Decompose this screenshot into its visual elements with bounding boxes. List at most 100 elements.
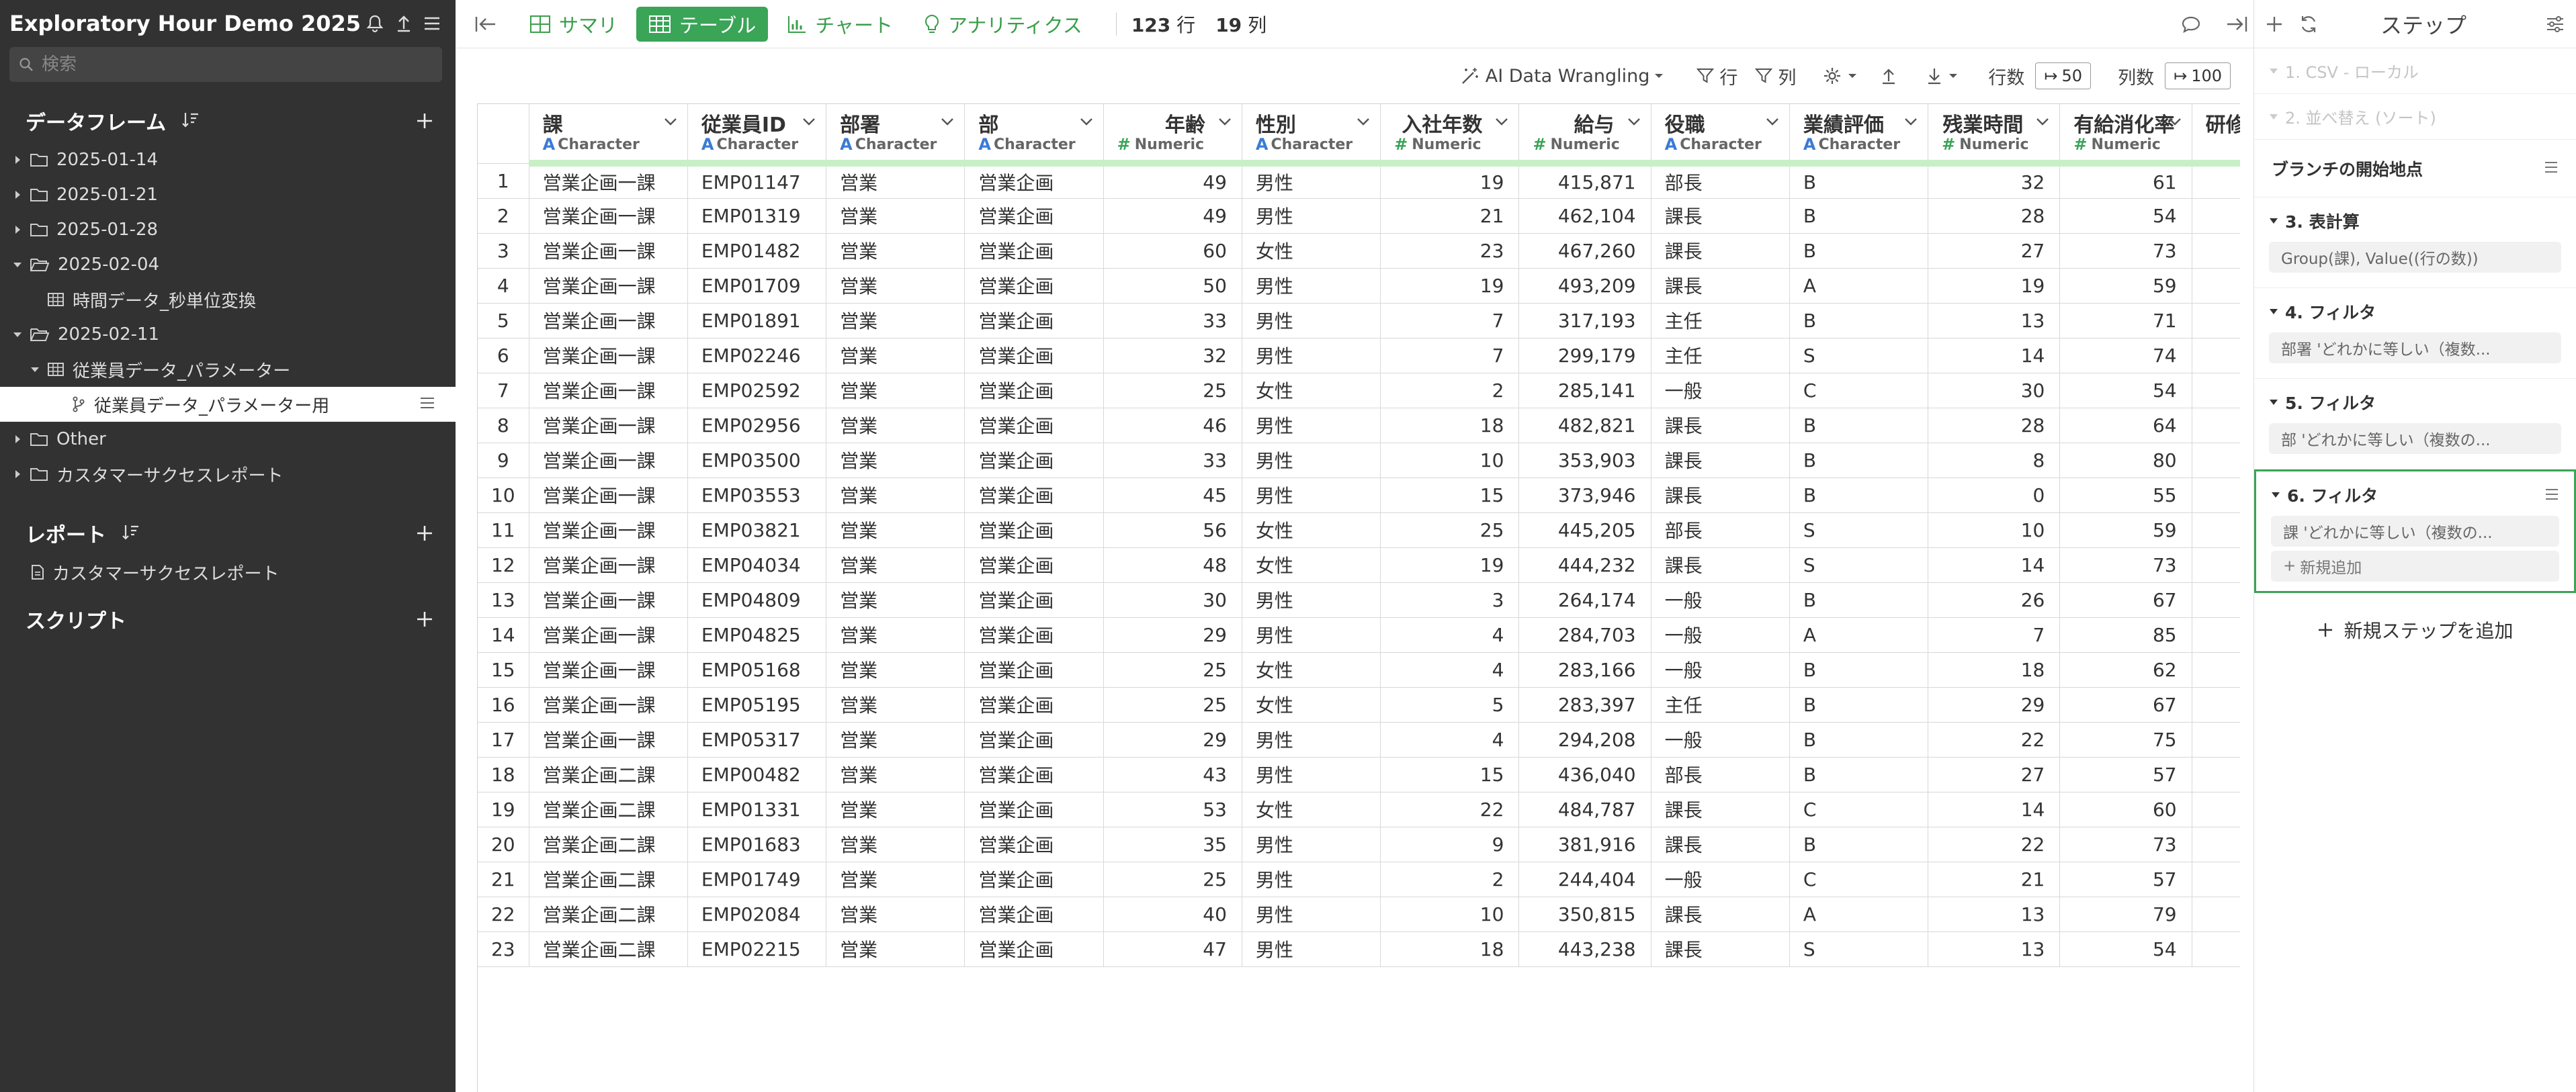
caret-down-icon[interactable] <box>11 328 24 341</box>
table-cell[interactable]: 一般 <box>1651 617 1790 653</box>
table-cell[interactable]: 男性 <box>1242 198 1381 234</box>
table-cell[interactable]: 32 <box>1928 163 2061 199</box>
table-cell[interactable]: 45 <box>1103 477 1242 513</box>
table-cell[interactable]: B <box>1789 687 1929 723</box>
table-cell[interactable]: 営業企画 <box>964 338 1104 373</box>
column-header[interactable]: 課 A Character <box>529 104 688 167</box>
row-index[interactable]: 11 <box>478 512 529 548</box>
table-cell[interactable] <box>2192 897 2240 932</box>
table-cell[interactable]: 353,903 <box>1518 443 1651 478</box>
table-cell[interactable]: 営業企画 <box>964 897 1104 932</box>
column-header[interactable]: 従業員ID A Character <box>687 104 827 167</box>
table-cell[interactable]: 285,141 <box>1518 373 1651 408</box>
table-cell[interactable]: 54 <box>2059 198 2192 234</box>
row-index[interactable]: 6 <box>478 338 529 373</box>
table-cell[interactable]: 294,208 <box>1518 722 1651 758</box>
table-cell[interactable]: EMP03500 <box>687 443 827 478</box>
folder-item[interactable]: 2025-01-14 <box>0 142 456 177</box>
chevron-down-icon[interactable] <box>1627 116 1641 129</box>
table-cell[interactable]: 営業企画 <box>964 652 1104 688</box>
cols-limit-input[interactable]: ↦ 100 <box>2165 62 2231 89</box>
table-cell[interactable]: 男性 <box>1242 268 1381 304</box>
row-index[interactable]: 5 <box>478 303 529 338</box>
disabled-step[interactable]: 2. 並べ替え (ソート) <box>2254 94 2576 140</box>
table-cell[interactable]: 264,174 <box>1518 582 1651 618</box>
table-cell[interactable]: 部長 <box>1651 163 1790 199</box>
table-cell[interactable]: 43 <box>1103 757 1242 792</box>
caret-right-icon[interactable] <box>11 467 24 481</box>
table-cell[interactable]: C <box>1789 792 1929 827</box>
table-cell[interactable]: 男性 <box>1242 582 1381 618</box>
table-cell[interactable]: 48 <box>1103 547 1242 583</box>
chevron-down-icon[interactable] <box>1079 116 1094 129</box>
step-condition[interactable]: 部署 'どれかに等しい（複数... <box>2269 332 2561 363</box>
chevron-down-icon[interactable] <box>1765 116 1780 129</box>
table-cell[interactable]: 課長 <box>1651 827 1790 862</box>
table-cell[interactable]: EMP01331 <box>687 792 827 827</box>
table-cell[interactable]: 482,821 <box>1518 408 1651 443</box>
row-index[interactable]: 7 <box>478 373 529 408</box>
chevron-down-icon[interactable] <box>663 116 678 129</box>
caret-down-icon[interactable] <box>2269 398 2278 406</box>
table-cell[interactable] <box>2192 792 2240 827</box>
table-cell[interactable]: 14 <box>1928 792 2061 827</box>
table-cell[interactable]: 444,232 <box>1518 547 1651 583</box>
table-cell[interactable]: 営業企画一課 <box>529 373 688 408</box>
add-icon[interactable] <box>2265 15 2284 34</box>
table-cell[interactable] <box>2192 373 2240 408</box>
table-cell[interactable]: 営業 <box>826 198 965 234</box>
table-cell[interactable]: 18 <box>1380 931 1520 967</box>
table-cell[interactable]: EMP01891 <box>687 303 827 338</box>
table-cell[interactable]: 女性 <box>1242 547 1381 583</box>
table-cell[interactable]: 28 <box>1928 198 2061 234</box>
table-cell[interactable]: 営業企画二課 <box>529 897 688 932</box>
table-cell[interactable]: 79 <box>2059 897 2192 932</box>
add-script-icon[interactable] <box>411 606 438 633</box>
add-report-icon[interactable] <box>411 520 438 547</box>
column-header[interactable]: 有給消化率 # Numeric <box>2059 104 2192 167</box>
table-cell[interactable]: 営業 <box>826 862 965 897</box>
table-cell[interactable]: C <box>1789 373 1929 408</box>
table-cell[interactable]: EMP03821 <box>687 512 827 548</box>
table-cell[interactable]: 男性 <box>1242 617 1381 653</box>
table-cell[interactable]: 営業 <box>826 897 965 932</box>
folder-item[interactable]: カスタマーサクセスレポート <box>0 457 456 492</box>
table-cell[interactable]: 10 <box>1928 512 2061 548</box>
table-cell[interactable]: 25 <box>1103 652 1242 688</box>
table-cell[interactable] <box>2192 443 2240 478</box>
row-index[interactable]: 13 <box>478 582 529 618</box>
step-header[interactable]: 5. フィルタ <box>2269 385 2561 419</box>
table-cell[interactable]: 課長 <box>1651 198 1790 234</box>
table-cell[interactable]: 課長 <box>1651 233 1790 269</box>
table-cell[interactable]: 男性 <box>1242 477 1381 513</box>
table-cell[interactable]: 一般 <box>1651 652 1790 688</box>
table-cell[interactable]: 一般 <box>1651 582 1790 618</box>
table-cell[interactable] <box>2192 687 2240 723</box>
settings-button[interactable] <box>1823 66 1863 85</box>
caret-right-icon[interactable] <box>11 153 24 167</box>
column-header[interactable]: 給与 # Numeric <box>1518 104 1651 167</box>
column-header[interactable]: 研修 <box>2192 104 2240 167</box>
table-cell[interactable]: 営業企画一課 <box>529 303 688 338</box>
step-condition[interactable]: 課 'どれかに等しい（複数の... <box>2271 516 2559 547</box>
table-cell[interactable]: 営業 <box>826 582 965 618</box>
hamburger-menu-icon[interactable] <box>419 395 435 415</box>
table-cell[interactable]: 73 <box>2059 827 2192 862</box>
table-cell[interactable]: 営業企画一課 <box>529 477 688 513</box>
table-cell[interactable]: 61 <box>2059 163 2192 199</box>
caret-right-icon[interactable] <box>11 223 24 236</box>
step-item[interactable]: 6. フィルタ 課 'どれかに等しい（複数の... + 新規追加 <box>2254 469 2576 593</box>
rows-limit-input[interactable]: ↦ 50 <box>2035 62 2092 89</box>
column-header[interactable]: 部 A Character <box>964 104 1104 167</box>
table-cell[interactable]: 75 <box>2059 722 2192 758</box>
table-cell[interactable]: 男性 <box>1242 931 1381 967</box>
table-cell[interactable]: 営業 <box>826 338 965 373</box>
table-cell[interactable]: 484,787 <box>1518 792 1651 827</box>
table-cell[interactable]: 19 <box>1380 163 1520 199</box>
chevron-down-icon[interactable] <box>940 116 955 129</box>
table-cell[interactable]: 67 <box>2059 687 2192 723</box>
table-cell[interactable] <box>2192 757 2240 792</box>
table-cell[interactable]: 営業企画一課 <box>529 722 688 758</box>
table-cell[interactable]: EMP01147 <box>687 163 827 199</box>
table-cell[interactable]: 男性 <box>1242 862 1381 897</box>
